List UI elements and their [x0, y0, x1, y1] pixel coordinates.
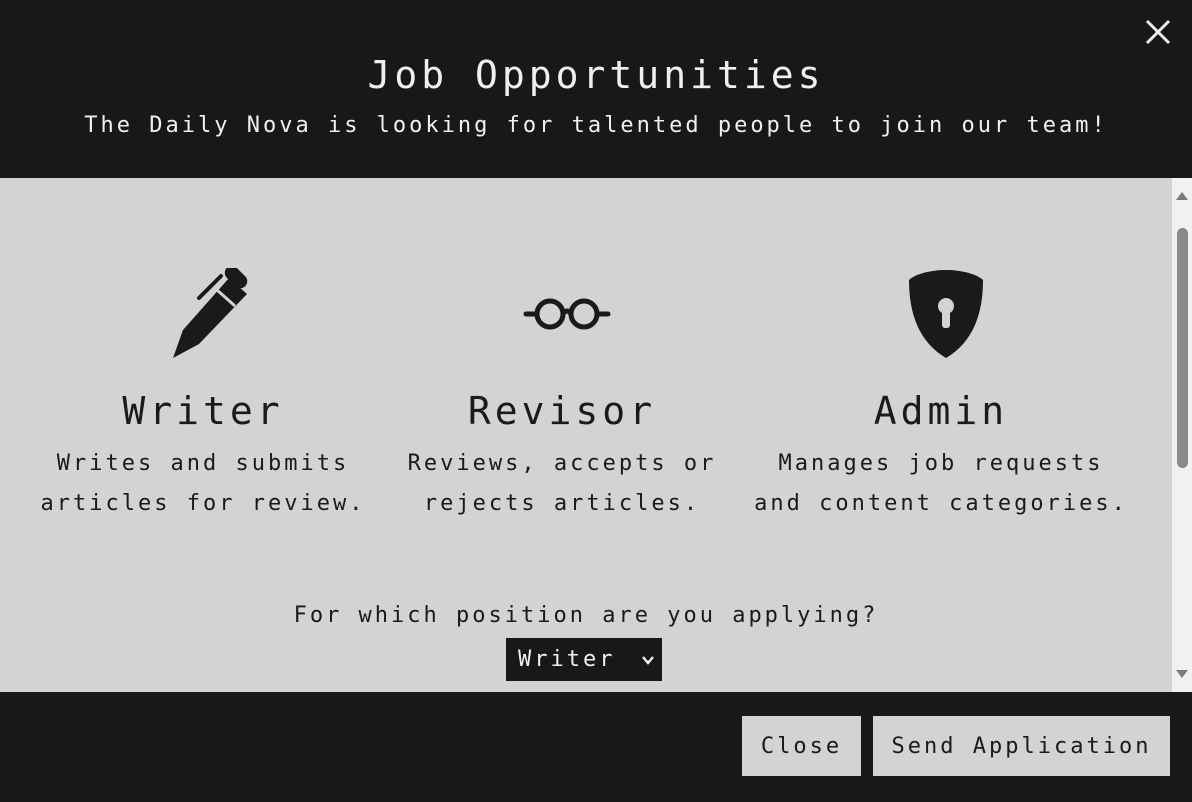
modal-body: Writer Writes and submits articles for r…: [0, 178, 1172, 692]
modal-title: Job Opportunities: [367, 53, 825, 97]
pen-icon: [163, 265, 253, 360]
position-select[interactable]: Writer: [506, 638, 662, 681]
chevron-down-icon: [640, 652, 656, 668]
role-name: Admin: [873, 389, 1009, 433]
role-description-line: Reviews, accepts or: [407, 451, 717, 476]
body-scrollbar[interactable]: [1172, 178, 1192, 692]
role-description-line: and content categories.: [754, 491, 1128, 516]
scrollbar-thumb[interactable]: [1177, 228, 1188, 468]
close-button[interactable]: Close: [742, 716, 861, 776]
position-question-label: For which position are you applying?: [293, 603, 879, 628]
position-select-value: Writer: [518, 647, 616, 672]
modal-header: Job Opportunities The Daily Nova is look…: [0, 0, 1192, 178]
scroll-down-arrow-icon[interactable]: [1176, 670, 1188, 678]
role-name: Writer: [122, 389, 284, 433]
role-description: Reviews, accepts or rejects articles.: [372, 444, 752, 524]
send-application-button[interactable]: Send Application: [873, 716, 1170, 776]
role-description-line: Manages job requests: [778, 451, 1104, 476]
role-description-line: rejects articles.: [423, 491, 701, 516]
scroll-up-arrow-icon[interactable]: [1176, 192, 1188, 200]
job-application-modal: Job Opportunities The Daily Nova is look…: [0, 0, 1192, 802]
role-description-line: Writes and submits: [56, 451, 350, 476]
glasses-icon: [522, 268, 612, 360]
shield-keyhole-icon: [901, 268, 991, 360]
modal-footer: Close Send Application: [0, 692, 1192, 802]
close-icon[interactable]: [1138, 12, 1178, 52]
role-description-line: articles for review.: [40, 491, 366, 516]
modal-subtitle: The Daily Nova is looking for talented p…: [84, 113, 1108, 138]
role-description: Writes and submits articles for review.: [13, 444, 393, 524]
role-description: Manages job requests and content categor…: [751, 444, 1131, 524]
role-name: Revisor: [467, 389, 657, 433]
